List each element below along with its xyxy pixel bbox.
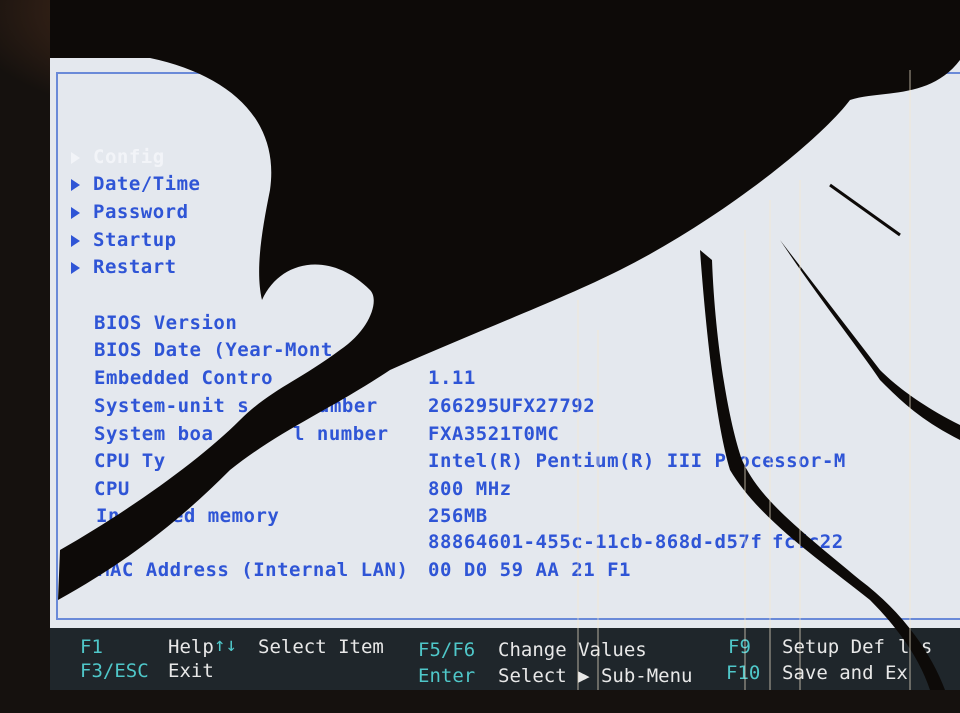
screen-crack bbox=[50, 0, 960, 690]
crack-line bbox=[700, 250, 945, 690]
crack-line bbox=[829, 183, 901, 237]
crack-line bbox=[780, 240, 960, 440]
